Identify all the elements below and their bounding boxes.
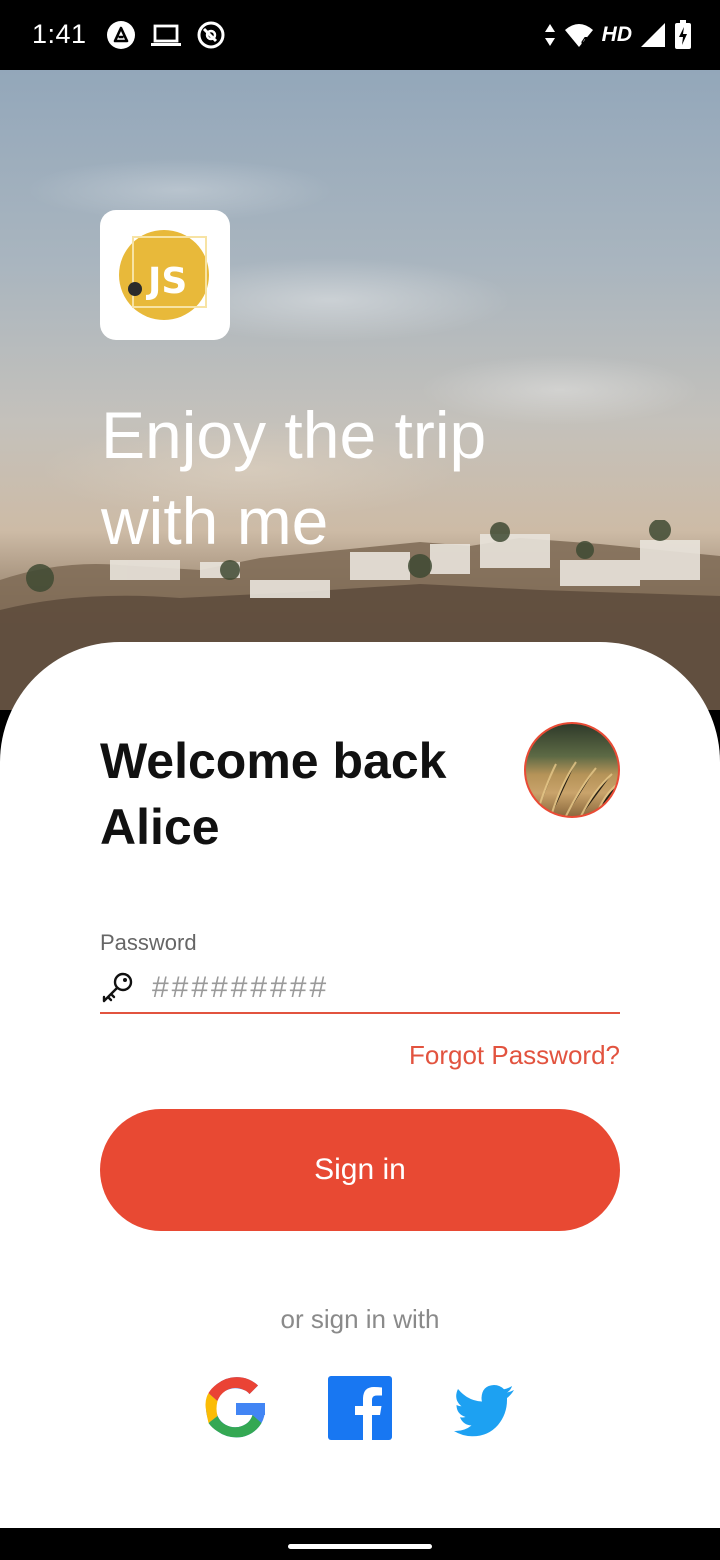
key-icon <box>102 972 133 1003</box>
wifi-icon: 4 <box>564 24 593 48</box>
vpn-icon <box>197 21 225 49</box>
hero-title-line2: with me <box>101 484 329 558</box>
welcome-heading: Welcome back Alice <box>100 728 500 860</box>
signal-icon <box>641 23 665 47</box>
svg-text:JS: JS <box>145 261 187 302</box>
user-avatar[interactable] <box>524 722 620 818</box>
sign-in-button[interactable]: Sign in <box>100 1109 620 1231</box>
laptop-icon <box>151 24 181 46</box>
or-sign-in-with-label: or sign in with <box>280 1304 440 1334</box>
forgot-password-link[interactable]: Forgot Password? <box>409 1040 620 1071</box>
network-type: HD <box>601 23 632 46</box>
welcome-name: Alice <box>100 799 220 855</box>
hero-title: Enjoy the trip with me <box>101 392 661 564</box>
password-label: Password <box>100 930 197 955</box>
status-right-icons: 4 HD <box>544 20 692 50</box>
js-logo-icon: JS <box>119 230 209 320</box>
welcome-line1: Welcome back <box>100 733 447 789</box>
twitter-icon[interactable] <box>452 1376 516 1440</box>
password-input[interactable] <box>152 971 592 1005</box>
a-icon <box>107 21 135 49</box>
app-logo: JS <box>100 210 230 340</box>
data-arrows-icon <box>544 24 555 46</box>
svg-text:4: 4 <box>581 35 589 48</box>
battery-charging-icon <box>675 20 691 49</box>
password-field <box>100 964 620 1014</box>
google-icon[interactable] <box>204 1376 268 1440</box>
status-bar: 1:41 4 HD <box>0 0 720 70</box>
hero-title-line1: Enjoy the trip <box>101 398 487 472</box>
hero-background <box>0 70 720 710</box>
login-card: Welcome back Alice Password Forgot Passw… <box>0 642 720 1528</box>
facebook-icon[interactable] <box>328 1376 392 1440</box>
status-time: 1:41 <box>32 19 87 49</box>
navigation-bar <box>0 1528 720 1560</box>
status-left-icons <box>106 20 226 50</box>
wheat-field-photo <box>535 761 618 816</box>
home-gesture-handle[interactable] <box>288 1544 432 1549</box>
